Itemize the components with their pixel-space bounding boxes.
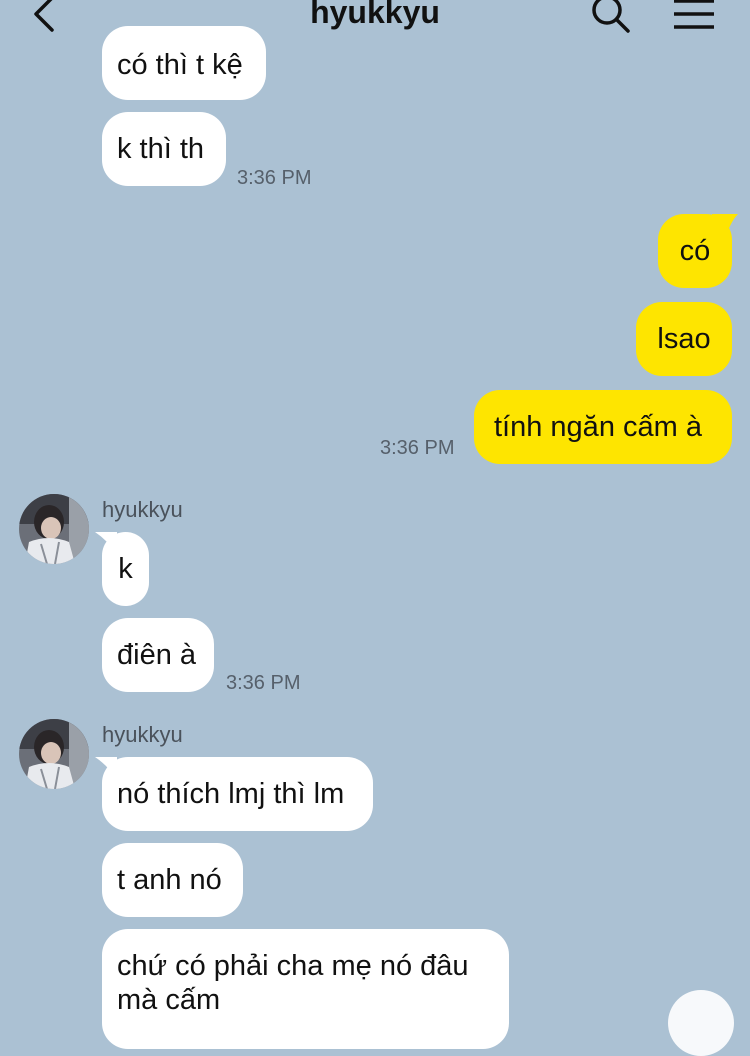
message-bubble-outgoing[interactable]: có xyxy=(658,214,732,288)
message-bubble-incoming[interactable]: k thì th xyxy=(102,112,226,186)
profile-photo xyxy=(19,719,89,789)
message-text: có thì t kệ xyxy=(117,49,243,81)
message-bubble-outgoing[interactable]: tính ngăn cấm à xyxy=(474,390,732,464)
menu-icon xyxy=(674,0,714,29)
message-timestamp: 3:36 PM xyxy=(226,672,301,694)
message-text: điên à xyxy=(117,639,197,671)
message-bubble-incoming[interactable]: điên à xyxy=(102,618,214,692)
message-timestamp: 3:36 PM xyxy=(380,437,455,459)
message-text: k xyxy=(118,553,133,585)
message-bubble-incoming[interactable]: t anh nó xyxy=(102,843,243,917)
menu-button[interactable] xyxy=(672,0,716,32)
search-icon xyxy=(592,0,630,33)
message-text-line: chứ có phải cha mẹ nó đâu xyxy=(117,950,469,982)
message-bubble-incoming[interactable]: nó thích lmj thì lm xyxy=(102,757,373,831)
search-button[interactable] xyxy=(590,0,630,34)
profile-photo xyxy=(19,494,89,564)
message-text: tính ngăn cấm à xyxy=(494,411,702,443)
message-text: k thì th xyxy=(117,133,205,165)
message-text: lsao xyxy=(657,323,711,355)
message-bubble-incoming[interactable]: chứ có phải cha mẹ nó đâu mà cấm xyxy=(102,929,509,1049)
message-text: t anh nó xyxy=(117,864,222,896)
message-bubble-outgoing[interactable]: lsao xyxy=(636,302,732,376)
avatar[interactable] xyxy=(19,494,89,564)
sender-name: hyukkyu xyxy=(102,722,183,747)
message-text: nó thích lmj thì lm xyxy=(117,778,345,810)
message-timestamp: 3:36 PM xyxy=(237,167,312,189)
message-bubble-incoming[interactable]: k xyxy=(102,532,149,606)
chat-title: hyukkyu xyxy=(310,0,440,30)
scroll-down-button[interactable] xyxy=(668,990,734,1056)
message-text: có xyxy=(679,235,711,267)
sender-name: hyukkyu xyxy=(102,497,183,522)
avatar[interactable] xyxy=(19,719,89,789)
message-bubble-incoming[interactable]: có thì t kệ xyxy=(102,26,266,100)
message-text-line: mà cấm xyxy=(117,984,221,1016)
